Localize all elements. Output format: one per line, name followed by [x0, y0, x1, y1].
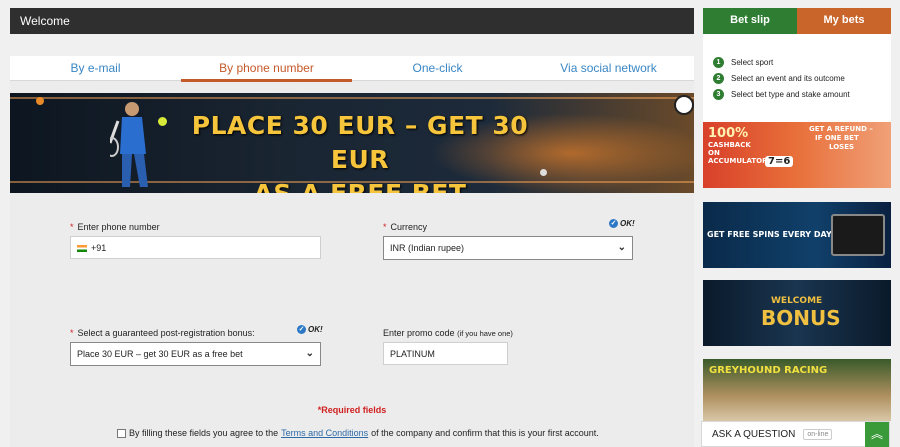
- small-ball-icon: [540, 169, 547, 176]
- terms-checkbox[interactable]: [117, 428, 126, 438]
- bonus-label-text: Select a guaranteed post-registration bo…: [77, 328, 255, 338]
- tennis-ball-icon: [158, 117, 167, 126]
- banner-headline-line2: AS A FREE BET: [190, 177, 530, 193]
- cashback-score: 7=6: [765, 156, 794, 167]
- cashback-sub2: ON: [708, 149, 720, 157]
- cashback-right3: LOSES: [829, 143, 855, 151]
- agree-prefix: By filling these fields you agree to the: [129, 428, 279, 438]
- step-number: 1: [713, 56, 724, 68]
- welcome-bonus-line2: BONUS: [761, 306, 841, 330]
- step-item: 1 Select sport: [713, 54, 881, 70]
- cashback-right1: GET A REFUND –: [809, 125, 873, 133]
- page-header: Welcome: [10, 8, 694, 34]
- cashback-sub1: CASHBACK: [708, 141, 751, 149]
- betslip-steps: 1 Select sport 2 Select an event and its o…: [703, 34, 891, 124]
- basketball-icon: [36, 97, 44, 105]
- tablet-image: [831, 214, 885, 256]
- step-text: Select an event and its outcome: [731, 73, 845, 83]
- currency-label: * Currency: [383, 222, 427, 232]
- greyhound-promo[interactable]: GREYHOUND RACING: [703, 359, 891, 421]
- promo-label-text: Enter promo code: [383, 328, 455, 338]
- tab-by-phone[interactable]: By phone number: [181, 56, 352, 82]
- registration-panel: By e-mail By phone number One-click Via …: [10, 56, 694, 447]
- currency-value: INR (Indian rupee): [390, 243, 465, 253]
- terms-agreement: By filling these fields you agree to the…: [117, 428, 599, 438]
- check-icon: ✓: [297, 325, 306, 334]
- step-number: 2: [713, 72, 724, 84]
- step-text: Select sport: [731, 57, 774, 67]
- required-star: *: [70, 222, 74, 232]
- currency-ok-badge: ✓ OK!: [609, 219, 635, 228]
- terms-link[interactable]: Terms and Conditions: [281, 428, 368, 438]
- required-star: *: [70, 328, 74, 338]
- tab-by-email[interactable]: By e-mail: [10, 56, 181, 81]
- ask-question-label: ASK A QUESTION: [712, 428, 796, 440]
- free-spins-text: GET FREE SPINS EVERY DAY: [707, 230, 832, 239]
- greyhound-text: GREYHOUND RACING: [709, 365, 828, 376]
- promo-label: Enter promo code (if you have one): [383, 328, 513, 338]
- step-item: 3 Select bet type and stake amount: [713, 86, 881, 102]
- bonus-select[interactable]: Place 30 EUR – get 30 EUR as a free bet …: [70, 342, 321, 366]
- bonus-ok-text: OK!: [308, 325, 323, 334]
- promo-code-input[interactable]: PLATINUM: [383, 342, 508, 365]
- step-number: 3: [713, 88, 724, 100]
- currency-select[interactable]: INR (Indian rupee) ⌄: [383, 236, 633, 260]
- cashback-right2: IF ONE BET: [815, 134, 859, 142]
- phone-label: * Enter phone number: [70, 222, 160, 232]
- phone-value: +91: [91, 243, 107, 253]
- required-star: *: [383, 222, 387, 232]
- free-spins-promo[interactable]: GET FREE SPINS EVERY DAY: [703, 202, 891, 268]
- online-status-badge: on-line: [803, 428, 833, 440]
- soccer-ball-icon: [674, 95, 694, 115]
- currency-ok-text: OK!: [620, 219, 635, 228]
- required-fields-note: *Required fields: [317, 405, 387, 415]
- tennis-player-image: [110, 102, 148, 187]
- betslip-tabs: Bet slip My bets: [703, 8, 891, 34]
- step-item: 2 Select an event and its outcome: [713, 70, 881, 86]
- promo-value: PLATINUM: [390, 349, 435, 359]
- chevron-up-icon[interactable]: ︽: [865, 422, 889, 447]
- banner-headline-line1: PLACE 30 EUR – GET 30 EUR: [191, 111, 529, 174]
- phone-input[interactable]: +91: [70, 236, 321, 259]
- tab-my-bets[interactable]: My bets: [797, 8, 891, 34]
- chevron-down-icon: ⌄: [617, 242, 626, 253]
- welcome-bonus-promo[interactable]: WELCOME BONUS: [703, 280, 891, 346]
- agree-suffix: of the company and confirm that this is …: [371, 428, 599, 438]
- chevron-down-icon: ⌄: [305, 348, 314, 359]
- cashback-sub3: ACCUMULATORS: [708, 157, 773, 165]
- phone-label-text: Enter phone number: [77, 222, 160, 232]
- currency-label-text: Currency: [390, 222, 428, 232]
- page-title: Welcome: [20, 14, 70, 28]
- bonus-value: Place 30 EUR – get 30 EUR as a free bet: [77, 349, 243, 359]
- tab-bet-slip[interactable]: Bet slip: [703, 8, 797, 34]
- step-text: Select bet type and stake amount: [731, 89, 850, 99]
- banner-headline: PLACE 30 EUR – GET 30 EUR AS A FREE BET: [190, 109, 530, 193]
- tab-one-click[interactable]: One-click: [352, 56, 523, 81]
- tab-social-network[interactable]: Via social network: [523, 56, 694, 81]
- cashback-percent: 100%: [708, 126, 749, 141]
- bonus-label: * Select a guaranteed post-registration b…: [70, 328, 255, 338]
- promo-banner: PLACE 30 EUR – GET 30 EUR AS A FREE BET: [10, 93, 694, 193]
- check-icon: ✓: [609, 219, 618, 228]
- welcome-bonus-line1: WELCOME: [771, 296, 823, 306]
- india-flag-icon: [77, 245, 87, 253]
- bonus-ok-badge: ✓ OK!: [297, 325, 323, 334]
- cashback-promo[interactable]: 100% CASHBACK ON ACCUMULATORS 7=6 GET A …: [703, 122, 891, 188]
- promo-hint: (if you have one): [457, 329, 513, 338]
- registration-tabs: By e-mail By phone number One-click Via …: [10, 56, 694, 82]
- ask-question-chat[interactable]: ASK A QUESTION on-line ︽: [701, 421, 890, 447]
